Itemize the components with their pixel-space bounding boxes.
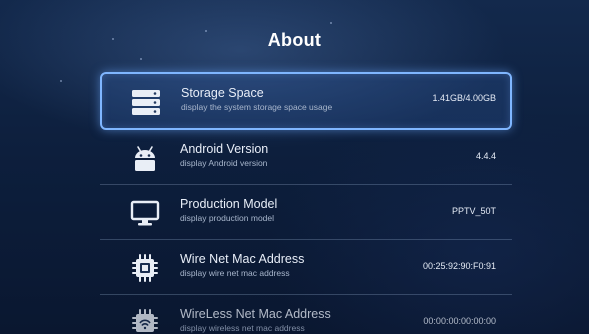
item-texts: Production Model display production mode… — [180, 197, 277, 224]
item-value: 00:00:00:00:00:00 — [423, 316, 496, 326]
background-star — [140, 58, 142, 60]
item-value: 4.4.4 — [475, 151, 496, 161]
ethernet-chip-icon — [130, 254, 160, 282]
item-value: 1.41GB/4.00GB — [432, 93, 496, 103]
item-description: display the system storage space usage — [181, 102, 333, 112]
page-title: About — [267, 30, 322, 50]
item-label: Wire Net Mac Address — [180, 252, 305, 266]
item-label: Android Version — [180, 142, 269, 156]
list-item-storage-space[interactable]: Storage Space display the system storage… — [100, 72, 512, 130]
item-label: Storage Space — [181, 86, 264, 100]
item-value: PPTV_50T — [451, 206, 496, 216]
item-label: Production Model — [180, 197, 278, 211]
android-icon — [130, 144, 160, 172]
item-label: WireLess Net Mac Address — [180, 307, 331, 321]
list-item-android-version[interactable]: Android Version display Android version … — [100, 130, 512, 185]
item-texts: WireLess Net Mac Address display wireles… — [180, 307, 331, 334]
about-list: Storage Space display the system storage… — [100, 72, 512, 334]
storage-icon — [131, 88, 161, 116]
item-texts: Storage Space display the system storage… — [181, 86, 332, 113]
item-description: display Android version — [180, 158, 268, 168]
item-description: display wire net mac address — [180, 268, 290, 278]
list-item-wire-net-mac[interactable]: Wire Net Mac Address display wire net ma… — [100, 240, 512, 295]
wifi-chip-icon — [130, 309, 160, 334]
list-item-production-model[interactable]: Production Model display production mode… — [100, 185, 512, 240]
list-item-wireless-net-mac[interactable]: WireLess Net Mac Address display wireles… — [100, 295, 512, 334]
background-star — [330, 22, 332, 24]
item-texts: Android Version display Android version — [180, 142, 268, 169]
item-texts: Wire Net Mac Address display wire net ma… — [180, 252, 304, 279]
item-description: display production model — [180, 213, 275, 223]
settings-screen: About Storage Space display the system s… — [0, 0, 589, 334]
item-value: 00:25:92:90:F0:91 — [422, 261, 496, 271]
item-description: display wireless net mac address — [180, 323, 305, 333]
monitor-icon — [130, 199, 160, 227]
background-star — [60, 80, 62, 82]
